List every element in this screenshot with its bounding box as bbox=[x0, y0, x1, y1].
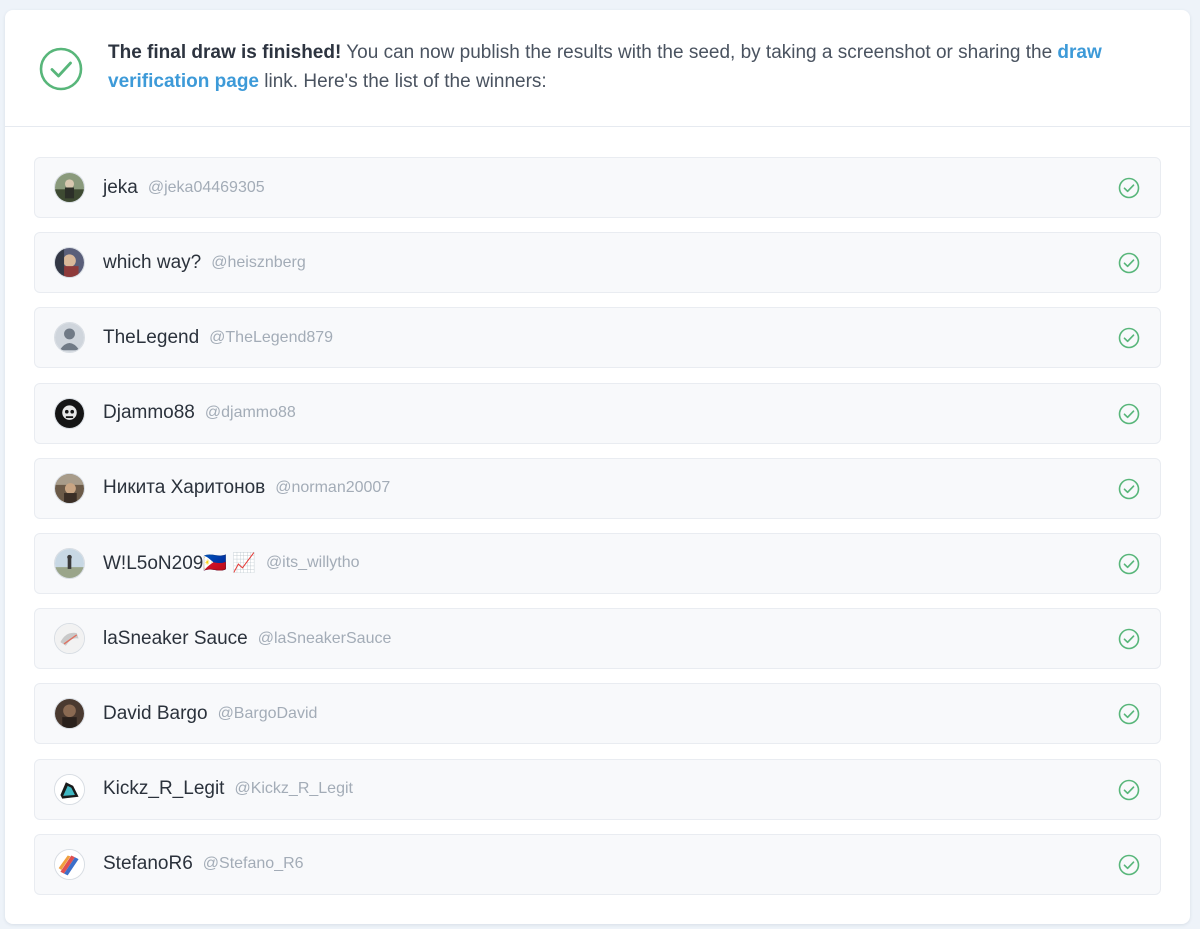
winner-handle: @Kickz_R_Legit bbox=[234, 780, 353, 797]
winner-name: Kickz_R_Legit bbox=[103, 778, 225, 799]
winner-handle: @djammo88 bbox=[204, 404, 296, 422]
winner-handle: @Stefano_R6 bbox=[202, 855, 304, 873]
winner-name: which way? bbox=[103, 251, 202, 273]
winner-name: W!L5oN209🇵🇭 📈 bbox=[103, 553, 256, 575]
winner-row: David Bargo @BargoDavid bbox=[34, 683, 1161, 745]
check-circle-icon bbox=[1118, 704, 1140, 725]
avatar bbox=[54, 397, 85, 429]
winner-handle: @heisznberg bbox=[211, 253, 306, 271]
winner-handle: @norman20007 bbox=[275, 479, 391, 497]
winner-row: laSneaker Sauce @laSneakerSauce bbox=[34, 608, 1161, 670]
winner-handle: @BargoDavid bbox=[217, 704, 318, 722]
check-circle-icon bbox=[1118, 328, 1140, 349]
winner-row: which way? @heisznberg bbox=[34, 232, 1161, 294]
winner-name: Никита Харитонов bbox=[103, 477, 266, 499]
winner-handle: @jeka04469305 bbox=[147, 178, 265, 196]
avatar bbox=[54, 472, 85, 504]
avatar bbox=[54, 172, 85, 203]
check-circle-icon bbox=[1118, 553, 1140, 575]
avatar bbox=[54, 623, 85, 655]
avatar bbox=[54, 247, 85, 279]
winner-handle: @its_willytho bbox=[265, 554, 360, 572]
winner-row: Никита Харитонов @norman20007 bbox=[34, 457, 1161, 519]
check-circle-icon bbox=[1118, 628, 1140, 650]
winner-row: Kickz_R_Legit @Kickz_R_Legit bbox=[34, 758, 1161, 820]
avatar bbox=[54, 547, 85, 579]
winner-row: Djammo88 @djammo88 bbox=[34, 382, 1161, 444]
results-message: The final draw is finished! You can now … bbox=[108, 38, 1138, 96]
check-circle-icon bbox=[1118, 779, 1140, 800]
winner-name: StefanoR6 bbox=[103, 853, 193, 875]
avatar bbox=[54, 698, 85, 730]
results-title: The final draw is finished! bbox=[108, 42, 342, 63]
winner-name: jeka bbox=[103, 176, 138, 198]
results-card: The final draw is finished! You can now … bbox=[5, 10, 1190, 924]
avatar bbox=[54, 322, 85, 354]
winner-row: jeka @jeka04469305 bbox=[34, 157, 1161, 218]
winner-handle: @laSneakerSauce bbox=[257, 629, 392, 647]
check-circle-icon bbox=[1118, 403, 1140, 424]
check-circle-icon bbox=[1118, 854, 1140, 875]
winner-row: W!L5oN209🇵🇭 📈 @its_willytho bbox=[34, 532, 1161, 594]
avatar bbox=[54, 848, 85, 880]
winners-list: jeka @jeka04469305 which way? @heisznberg … bbox=[34, 157, 1161, 909]
check-circle-icon bbox=[39, 47, 83, 91]
check-circle-icon bbox=[1118, 252, 1140, 274]
winner-row: StefanoR6 @Stefano_R6 bbox=[34, 833, 1161, 895]
winner-row: TheLegend @TheLegend879 bbox=[34, 307, 1161, 369]
check-circle-icon bbox=[1118, 478, 1140, 500]
winner-handle: @TheLegend879 bbox=[209, 328, 334, 346]
winner-name: TheLegend bbox=[103, 326, 200, 348]
winner-name: Djammo88 bbox=[103, 402, 195, 424]
results-message-part1: You can now publish the results with the… bbox=[341, 42, 1058, 63]
avatar bbox=[54, 773, 85, 805]
results-header: The final draw is finished! You can now … bbox=[5, 10, 1190, 127]
results-message-part2: link. Here's the list of the winners: bbox=[259, 71, 547, 92]
check-circle-icon bbox=[1118, 177, 1140, 199]
winner-name: laSneaker Sauce bbox=[103, 627, 248, 649]
winner-name: David Bargo bbox=[103, 702, 208, 724]
